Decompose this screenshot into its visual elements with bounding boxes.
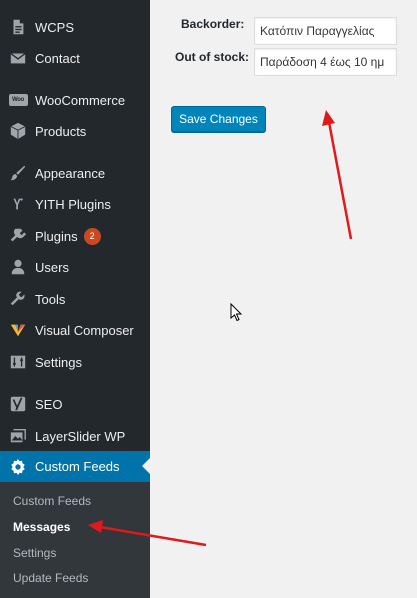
sidebar-item-label: Products xyxy=(35,123,87,139)
wrench-icon xyxy=(8,289,28,309)
sidebar-item-label: Plugins xyxy=(35,228,78,244)
sidebar-item-label: Custom Feeds xyxy=(35,459,120,474)
user-icon xyxy=(8,257,28,277)
submenu-item-settings[interactable]: Settings xyxy=(13,546,56,560)
sidebar-item-settings[interactable]: Settings xyxy=(0,347,150,377)
sidebar-item-label: Appearance xyxy=(35,165,106,181)
current-menu-arrow xyxy=(142,458,150,474)
sidebar-item-label: Contact xyxy=(35,50,80,66)
sidebar-item-layerslider[interactable]: LayerSlider WP xyxy=(0,421,150,451)
admin-sidebar: WCPS Contact Woo WooCommerce Products Ap… xyxy=(0,0,150,598)
sidebar-item-label: Tools xyxy=(35,291,66,307)
mail-icon xyxy=(8,48,28,68)
sidebar-item-label: LayerSlider WP xyxy=(35,428,126,444)
sidebar-item-label: SEO xyxy=(35,396,63,412)
sidebar-item-label: Settings xyxy=(35,354,82,370)
out-of-stock-label: Out of stock: xyxy=(175,50,249,64)
sidebar-item-label: Visual Composer xyxy=(35,322,134,338)
sidebar-item-label: YITH Plugins xyxy=(35,196,111,212)
submenu-item-messages[interactable]: Messages xyxy=(13,520,70,534)
sidebar-item-plugins[interactable]: Plugins 2 xyxy=(0,221,150,251)
plugin-icon xyxy=(8,226,28,246)
sidebar-item-label: WCPS xyxy=(35,19,74,35)
sidebar-item-appearance[interactable]: Appearance xyxy=(0,158,150,188)
box-icon xyxy=(8,121,28,141)
brush-icon xyxy=(8,163,28,183)
update-count-badge: 2 xyxy=(83,227,101,245)
settings-sliders-icon xyxy=(8,352,28,372)
settings-content: Backorder: Out of stock: Save Changes xyxy=(150,0,417,598)
backorder-label: Backorder: xyxy=(181,17,245,31)
sidebar-item-label: Users xyxy=(35,259,69,275)
yith-icon xyxy=(8,194,28,214)
sidebar-item-label: WooCommerce xyxy=(35,92,126,108)
visual-composer-icon xyxy=(8,320,28,340)
out-of-stock-input[interactable] xyxy=(254,48,397,76)
sidebar-item-seo[interactable]: SEO xyxy=(0,389,150,419)
sidebar-item-custom-feeds[interactable]: Custom Feeds xyxy=(0,451,150,482)
woocommerce-icon: Woo xyxy=(8,90,28,110)
sidebar-item-tools[interactable]: Tools xyxy=(0,284,150,314)
sidebar-item-contact[interactable]: Contact xyxy=(0,43,150,73)
submenu-item-custom-feeds[interactable]: Custom Feeds xyxy=(13,494,91,508)
save-changes-button[interactable]: Save Changes xyxy=(171,106,266,132)
custom-feeds-submenu: Custom Feeds Messages Settings Update Fe… xyxy=(0,482,150,598)
yoast-icon xyxy=(8,394,28,414)
sidebar-item-woocommerce[interactable]: Woo WooCommerce xyxy=(0,85,150,115)
layers-icon xyxy=(8,426,28,446)
sidebar-item-products[interactable]: Products xyxy=(0,116,150,146)
sidebar-item-users[interactable]: Users xyxy=(0,252,150,282)
submenu-item-update-feeds[interactable]: Update Feeds xyxy=(13,571,88,585)
document-icon xyxy=(8,17,28,37)
backorder-input[interactable] xyxy=(254,17,397,45)
sidebar-item-visual-composer[interactable]: Visual Composer xyxy=(0,315,150,345)
sidebar-item-wcps[interactable]: WCPS xyxy=(0,12,150,42)
gear-icon xyxy=(8,457,28,477)
sidebar-item-yith-plugins[interactable]: YITH Plugins xyxy=(0,189,150,219)
